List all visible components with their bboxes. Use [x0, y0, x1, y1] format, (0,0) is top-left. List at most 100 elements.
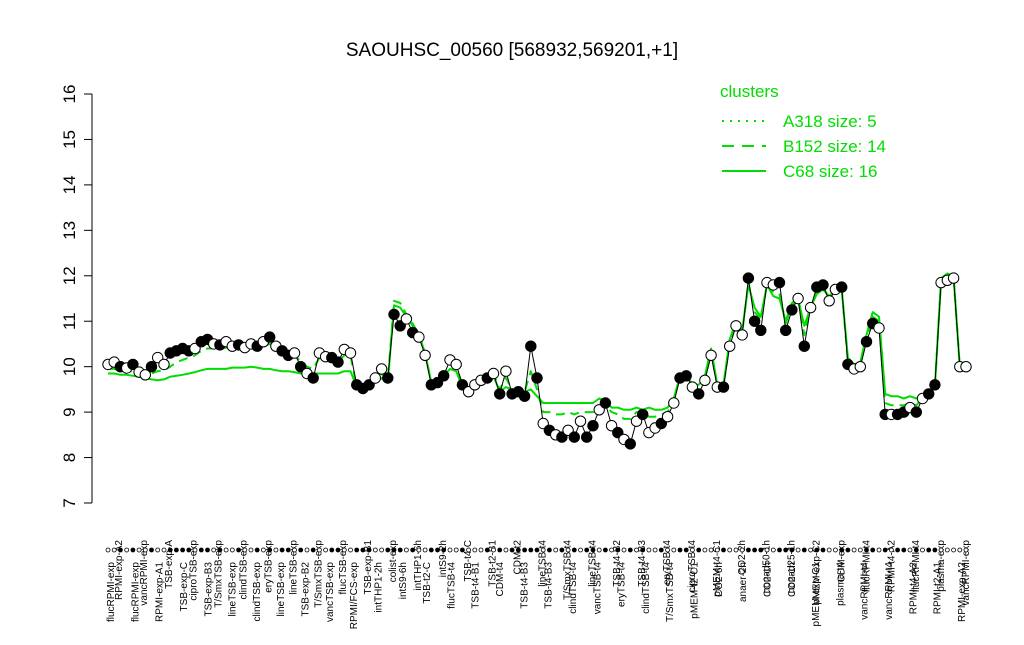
strip-dot [254, 547, 260, 553]
strip-dot [683, 547, 689, 553]
strip-dot [615, 547, 621, 553]
strip-dot [149, 547, 154, 553]
data-point [798, 340, 810, 352]
y-tick-label: 11 [60, 312, 79, 330]
strip-dot [876, 547, 882, 553]
strip-dot [509, 547, 515, 553]
data-point [382, 372, 394, 384]
strip-dot [590, 547, 596, 553]
strip-dot [528, 547, 534, 553]
x-label-bottom: RPMI-t4-A2 [908, 562, 919, 615]
data-point [748, 315, 761, 327]
strip-dot [447, 547, 453, 553]
strip-dot [957, 547, 963, 553]
marker-layer [102, 272, 972, 450]
data-point [531, 372, 543, 384]
strip-dot [205, 547, 210, 553]
strip-dot [285, 547, 291, 553]
x-label-bottom: intS9-6h [398, 562, 409, 599]
data-point [773, 276, 786, 289]
data-point [804, 301, 817, 314]
strip-dot [161, 547, 167, 553]
x-label-bottom: TSB-exp-C [179, 562, 190, 611]
strip-dot [801, 547, 807, 553]
data-point [581, 431, 593, 443]
strip-dot [453, 547, 459, 553]
strip-dot [596, 547, 602, 553]
strip-dot [472, 547, 478, 553]
y-tick-label: 7 [60, 498, 79, 507]
strip-dot [273, 547, 279, 553]
data-point [375, 363, 388, 375]
strip-dot [702, 547, 708, 553]
strip-dot [864, 547, 869, 553]
strip-dot [783, 547, 789, 553]
data-point [661, 411, 674, 423]
strip-dot [522, 547, 527, 553]
data-point [836, 281, 848, 293]
y-tick-label: 15 [60, 130, 79, 149]
data-point [344, 347, 357, 359]
data-point [960, 361, 972, 373]
strip-dot [627, 547, 633, 553]
strip-dot [714, 547, 720, 553]
data-point [923, 388, 935, 400]
strip-dot [696, 547, 702, 553]
strip-dot [571, 547, 577, 553]
strip-dot [932, 547, 938, 553]
x-label-bottom: flucRPMI-exp [130, 562, 141, 622]
strip-dot [310, 547, 316, 553]
strip-dot [851, 547, 857, 553]
strip-dot [248, 547, 254, 553]
x-label-bottom: pMEM-t2-C1 [690, 562, 701, 619]
x-label-bottom: clindTSB-t4 [641, 562, 652, 614]
strip-dot [329, 547, 335, 553]
strip-dot [658, 547, 664, 553]
strip-dot [826, 547, 832, 553]
strip-dot [901, 547, 907, 553]
data-point [792, 292, 804, 305]
strip-dot [292, 547, 297, 553]
data-point [574, 415, 587, 427]
strip-dot [690, 547, 695, 553]
strip-dot [459, 547, 465, 553]
x-label-bottom: RPMI-t2-A1 [933, 562, 944, 615]
legend-label-b152: B152 size: 14 [783, 137, 886, 156]
strip-dot [155, 547, 161, 553]
strip-dot [534, 547, 540, 553]
data-point [736, 329, 748, 341]
strip-dot [211, 547, 217, 553]
strip-dot [578, 547, 583, 553]
data-point [158, 358, 170, 371]
data-point [854, 361, 866, 373]
x-label-bottom: TSB-exp-B3 [203, 562, 214, 617]
y-axis: 7 8 9 10 11 12 13 14 15 16 [60, 85, 93, 508]
strip-dot [192, 547, 198, 553]
data-point [724, 340, 736, 352]
strip-dot [553, 547, 559, 553]
strip-dot [403, 547, 409, 553]
y-tick-label: 8 [60, 453, 79, 462]
strip-dot [540, 547, 546, 553]
strip-dot [397, 547, 403, 553]
data-point [494, 388, 506, 400]
strip-dot [167, 547, 173, 553]
data-point [929, 379, 941, 391]
data-point [400, 313, 413, 325]
data-point [717, 381, 730, 393]
strip-dot [733, 547, 739, 553]
data-point [817, 279, 829, 291]
strip-dot [926, 547, 932, 553]
x-label-bottom: TSB-exp-B2 [301, 562, 312, 617]
x-label-bottom: clindTSB-t4 [568, 562, 579, 614]
strip-dot [173, 547, 179, 553]
strip-dot [180, 547, 186, 553]
x-label-bottom: anaer-2h [738, 562, 749, 602]
strip-dot [652, 547, 658, 553]
data-point [786, 304, 798, 316]
x-label-bottom: TSB-t4-B3 [519, 562, 530, 609]
x-label-bottom: TSB-t4-B1 [471, 562, 482, 609]
legend-label-a318: A318 size: 5 [783, 112, 877, 131]
data-point [518, 390, 531, 402]
x-label-bottom: intTHP1-2h [374, 562, 385, 613]
